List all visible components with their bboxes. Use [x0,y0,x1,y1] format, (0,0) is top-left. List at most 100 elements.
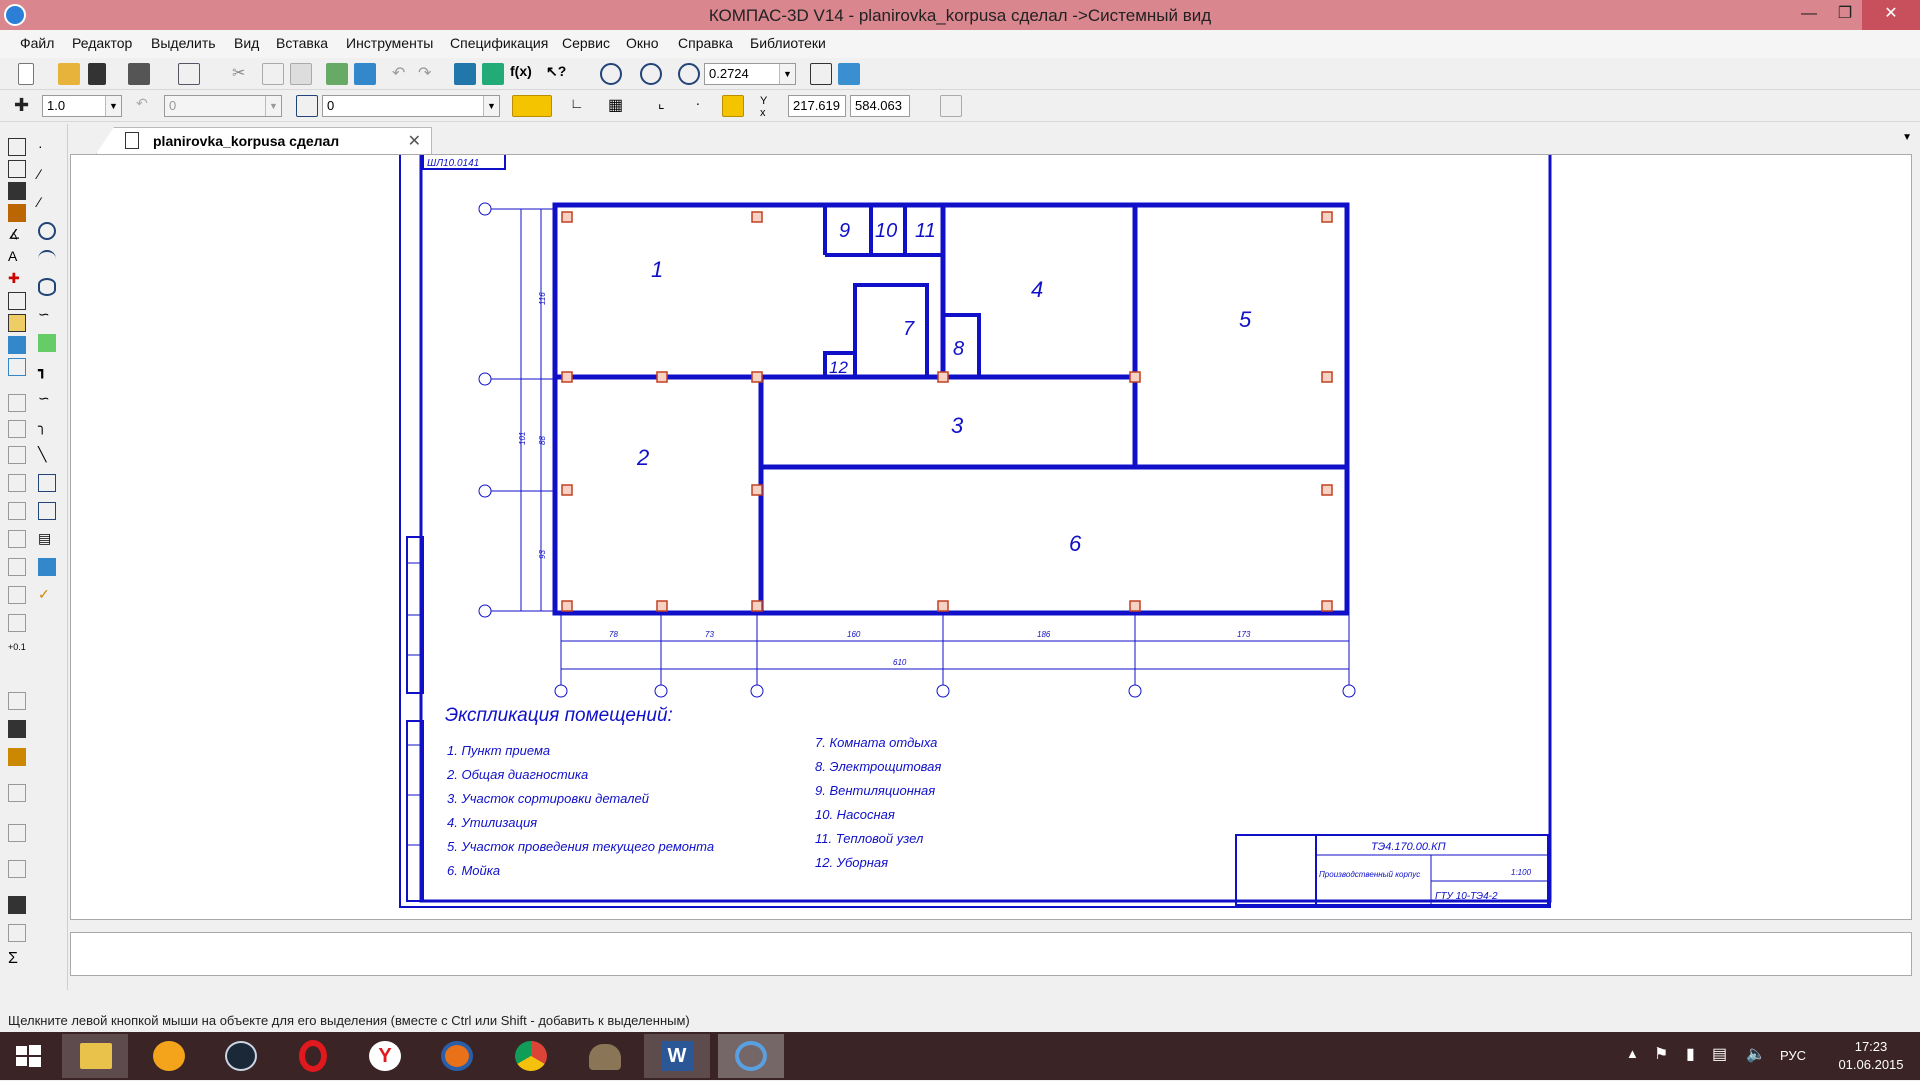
fragment-icon[interactable] [8,446,26,464]
refresh-icon[interactable] [838,63,860,85]
menu-tools[interactable]: Инструменты [346,35,433,51]
inserts-panel-icon[interactable] [8,358,26,376]
menu-window[interactable]: Окно [626,35,659,51]
menu-help[interactable]: Справка [678,35,733,51]
rectangle-icon[interactable] [38,474,56,492]
snap-grid-icon[interactable]: ✚ [14,95,36,117]
variables-icon[interactable]: f(x) [510,63,532,85]
ellipse-icon[interactable] [38,278,56,296]
menu-edit[interactable]: Редактор [72,35,132,51]
check-icon[interactable] [8,824,26,842]
area-icon[interactable] [8,860,26,878]
library-icon[interactable] [8,420,26,438]
coord-x-field[interactable]: 217.619 [788,95,846,117]
taskbar-steam[interactable] [208,1034,274,1078]
cut-icon[interactable]: ✂ [232,63,254,85]
bezier-icon[interactable]: ∽ [38,390,56,408]
coord-y-field[interactable]: 584.063 [850,95,910,117]
chevron-down-icon[interactable]: ▼ [779,64,795,84]
copy-props-icon[interactable] [8,924,26,942]
parametrization-panel-icon[interactable]: ∡ [8,226,26,244]
snaps-magnet-icon[interactable] [512,95,552,117]
measure-icon[interactable] [8,784,26,802]
chamfer-icon[interactable]: ╲ [38,446,56,464]
fill-icon[interactable] [38,558,56,576]
view-icon[interactable] [8,502,26,520]
chevron-down-icon[interactable]: ▼ [483,96,499,116]
menu-view[interactable]: Вид [234,35,259,51]
fillet-icon[interactable]: ╮ [38,418,56,436]
taskbar-chrome[interactable] [498,1034,564,1078]
taskbar-clock[interactable]: 17:23 01.06.2015 [1826,1038,1916,1074]
taskbar-opera[interactable] [280,1034,346,1078]
macro-icon[interactable] [8,558,26,576]
numbering-icon[interactable] [8,748,26,766]
taskbar-game[interactable] [572,1034,638,1078]
arc-icon[interactable] [38,250,56,268]
zoom-in-icon[interactable] [678,63,700,85]
contour-icon[interactable]: ✓ [38,586,56,604]
grid-icon[interactable]: ▦ [608,95,630,117]
dimensions-panel-icon[interactable] [8,160,26,178]
paste-icon[interactable] [290,63,312,85]
zoom-window-icon[interactable] [600,63,622,85]
volume-icon[interactable]: 🔈 [1746,1044,1766,1064]
group-icon[interactable] [8,614,26,632]
table-icon[interactable] [8,474,26,492]
reports-panel-icon[interactable] [8,336,26,354]
parameterization-icon[interactable] [940,95,962,117]
redo-icon[interactable]: ↷ [418,63,440,85]
geometry-panel-icon[interactable] [8,138,26,156]
menu-file[interactable]: Файл [20,35,54,51]
taskbar-word[interactable]: W [644,1034,710,1078]
specification-panel-icon[interactable] [8,314,26,332]
save-icon[interactable] [88,63,106,85]
properties-icon[interactable] [354,63,376,85]
tree-icon[interactable] [482,63,504,85]
round-snap-icon[interactable] [722,95,744,117]
menu-service[interactable]: Сервис [562,35,610,51]
manage-icon[interactable] [8,394,26,412]
associative-views-icon[interactable] [8,292,26,310]
angle-select[interactable]: 0 ▼ [164,95,282,117]
variables-panel-icon[interactable] [8,586,26,604]
sigma-icon[interactable]: Σ [8,950,26,968]
menu-libraries[interactable]: Библиотеки [750,35,826,51]
table-grid-icon[interactable] [8,720,26,738]
properties-panel[interactable] [70,932,1912,976]
chevron-down-icon[interactable]: ▼ [265,96,281,116]
step-select[interactable]: 1.0 ▼ [42,95,122,117]
tolerance-icon[interactable]: +0.1 [8,642,26,660]
print-icon[interactable] [128,63,150,85]
editing-panel-icon[interactable] [8,204,26,222]
symbols-panel-icon[interactable] [8,182,26,200]
taskbar-yandex[interactable]: Y [352,1034,418,1078]
menu-specification[interactable]: Спецификация [450,35,548,51]
manager-icon[interactable] [454,63,476,85]
taskbar-aimp[interactable] [136,1034,202,1078]
copy-icon[interactable] [262,63,284,85]
polyline-icon[interactable]: ┓ [38,362,56,380]
drawing-canvas[interactable]: ШЛ10.0141 1 2 3 4 5 6 7 8 9 10 11 12 116… [70,154,1912,920]
spline-icon[interactable] [38,334,56,352]
document-tab[interactable]: planirovka_korpusa сделал ✕ [96,127,432,154]
undo-icon[interactable]: ↶ [392,63,414,85]
new-document-icon[interactable] [18,63,34,85]
polygon-icon[interactable] [38,502,56,520]
taskbar-firefox[interactable] [424,1034,490,1078]
taskbar-explorer[interactable] [62,1034,128,1078]
start-button[interactable] [0,1034,56,1078]
hatch-icon[interactable]: ▤ [38,530,56,548]
menu-insert[interactable]: Вставка [276,35,328,51]
print-preview-icon[interactable] [178,63,200,85]
orthogonal-icon[interactable]: ∟ [570,95,592,117]
circle-icon[interactable] [38,222,56,240]
action-center-flag-icon[interactable]: ⚑ [1654,1044,1668,1064]
angle-icon[interactable]: ↶ [136,95,158,117]
zoom-all-icon[interactable] [640,63,662,85]
chevron-down-icon[interactable]: ▼ [105,96,121,116]
close-button[interactable]: ✕ [1862,0,1920,30]
network-icon[interactable]: ▤ [1712,1044,1727,1064]
ortho-mode-icon[interactable]: ∙ [696,95,718,117]
menu-select[interactable]: Выделить [151,35,216,51]
